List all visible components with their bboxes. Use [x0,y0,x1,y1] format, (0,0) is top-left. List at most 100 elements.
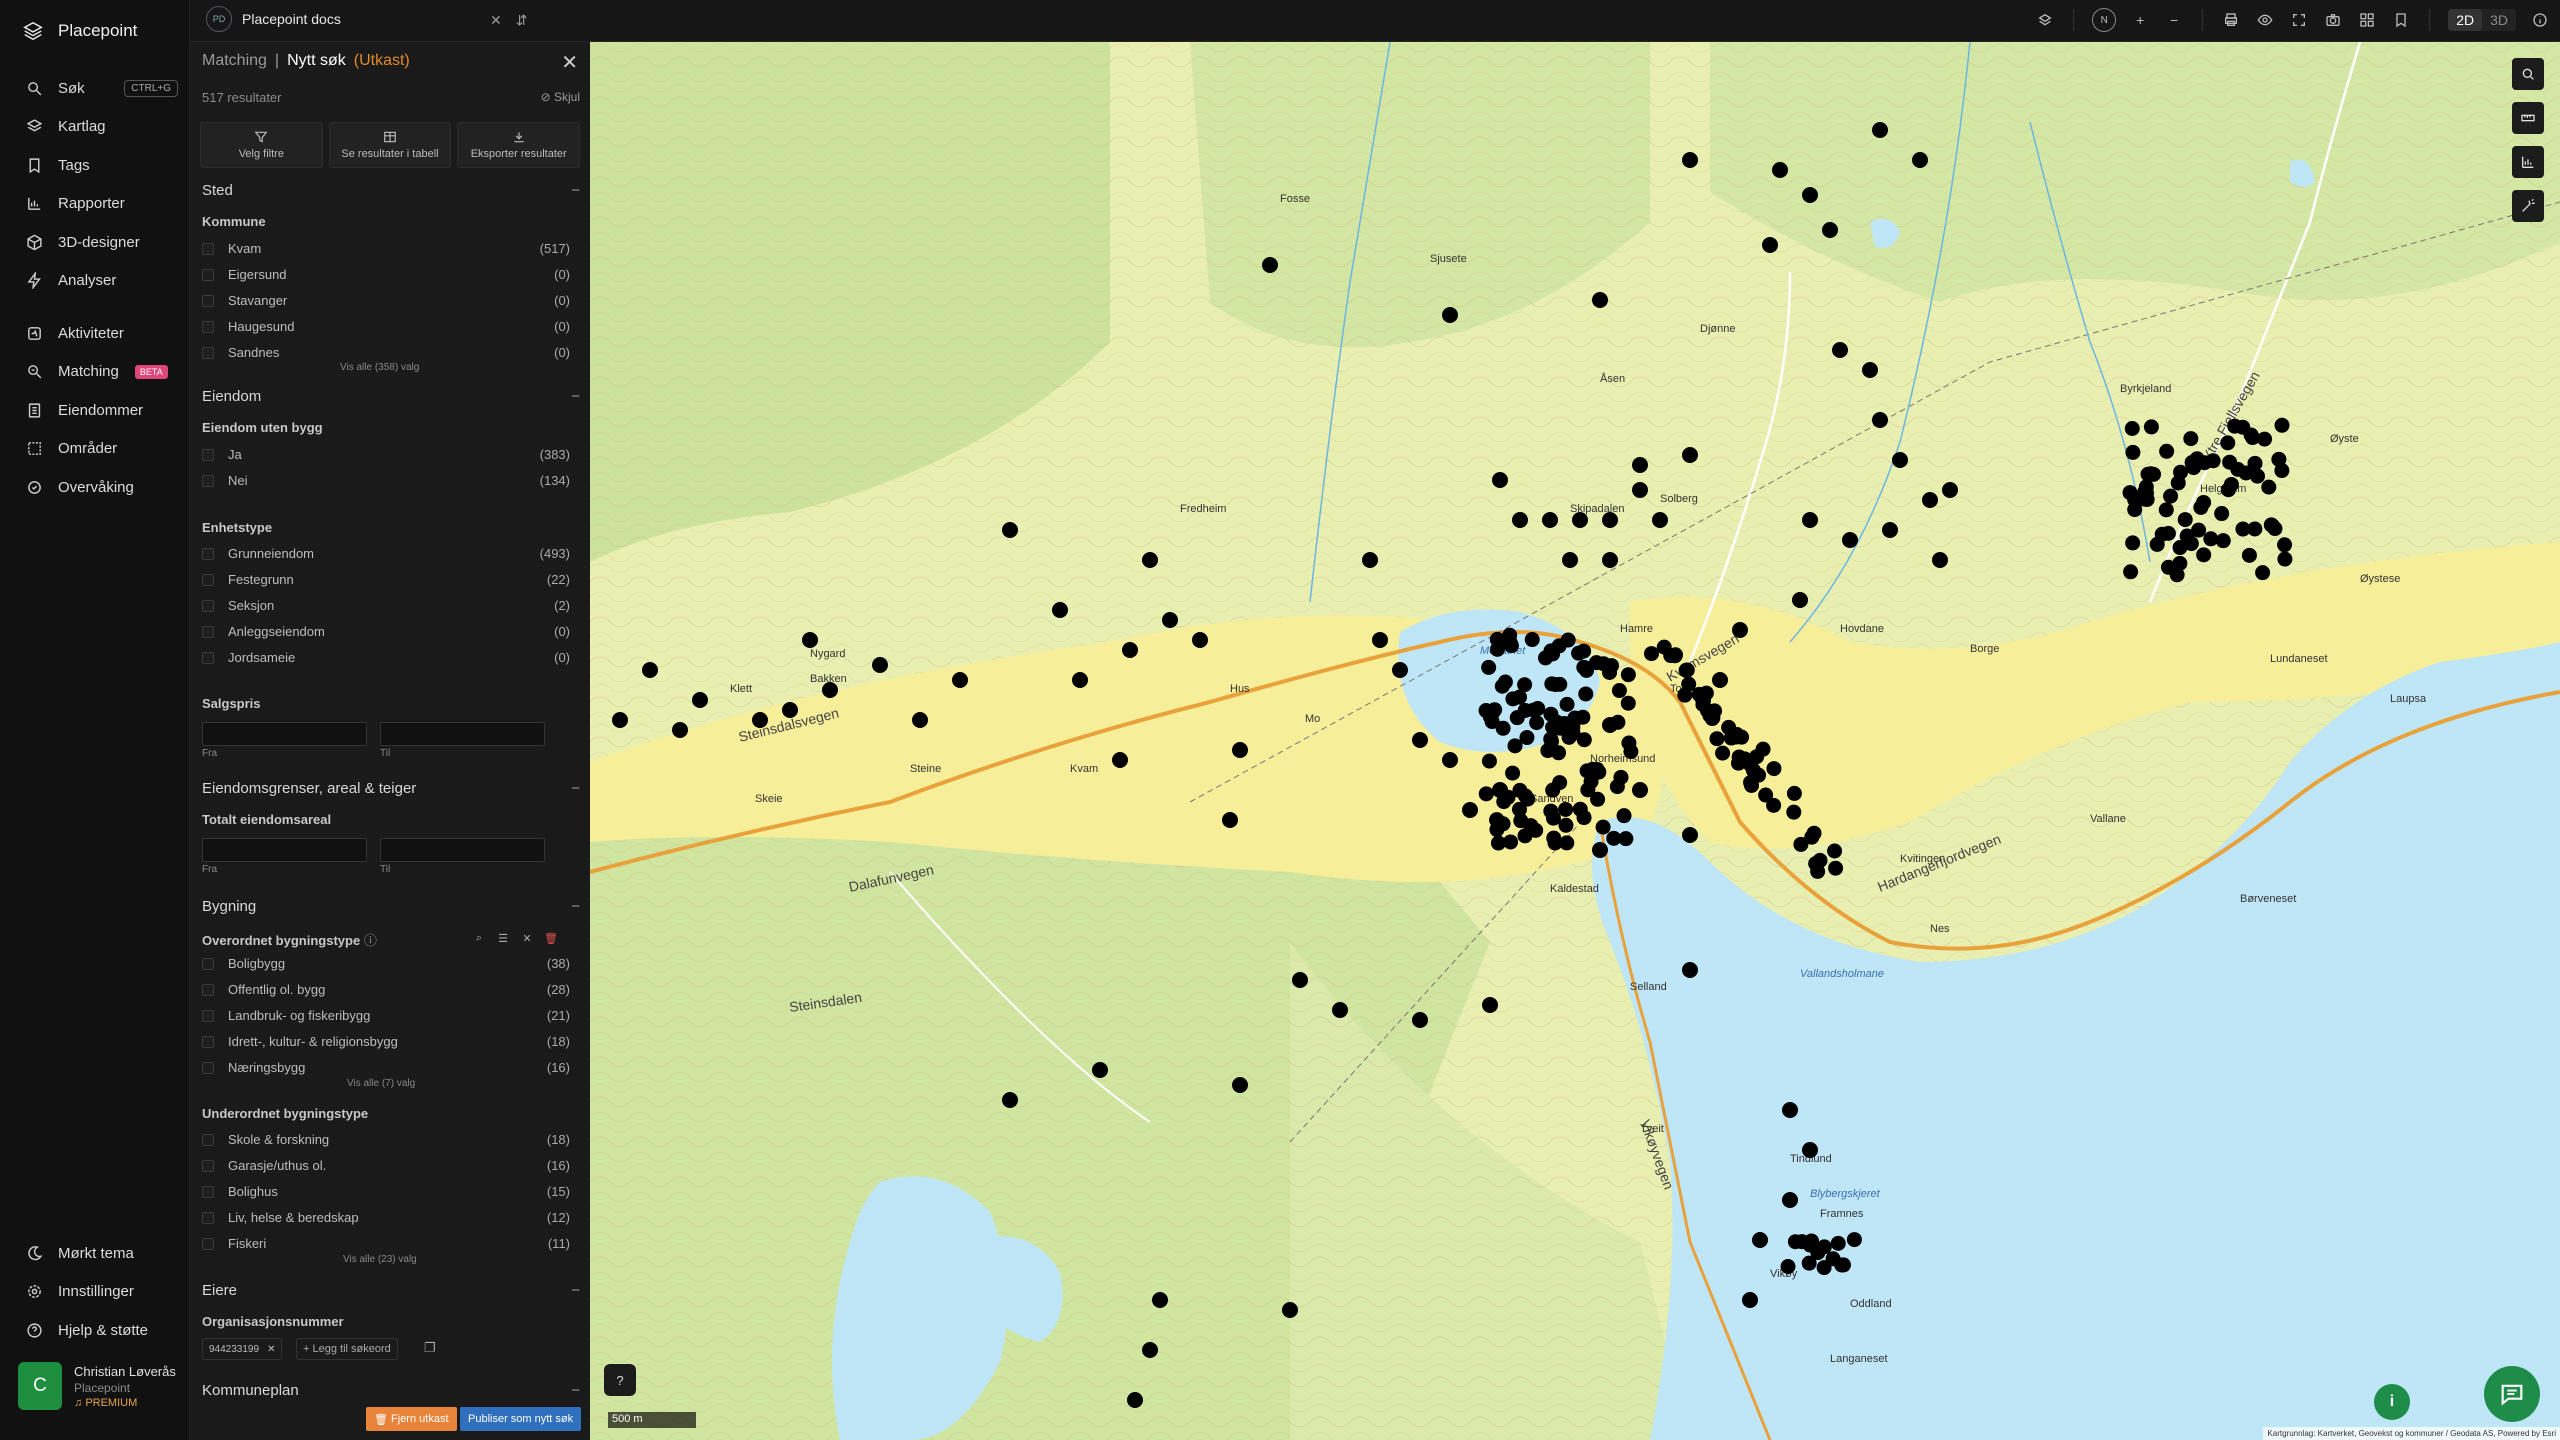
result-marker[interactable] [2125,535,2141,551]
result-marker[interactable] [2235,521,2251,537]
result-marker[interactable] [1585,761,1601,777]
section-bygning[interactable]: Bygning − [202,898,580,915]
checkbox[interactable] [202,547,214,560]
result-marker[interactable] [1559,696,1575,712]
result-marker[interactable] [2173,464,2189,480]
result-marker[interactable] [1002,1092,1018,1108]
nav-item-matching[interactable]: Matching BETA [0,353,190,392]
checkbox[interactable] [202,1035,214,1048]
result-marker[interactable] [1632,782,1648,798]
result-marker[interactable] [1755,741,1771,757]
result-marker[interactable] [1442,307,1458,323]
nav-item-aktiviteter[interactable]: Aktiviteter [0,314,190,353]
result-marker[interactable] [2172,555,2188,571]
option-haugesund[interactable]: Haugesund (0) [202,319,570,334]
result-marker[interactable] [1786,785,1802,801]
result-marker[interactable] [2261,479,2277,495]
zoom-in-icon[interactable]: + [2130,9,2150,31]
result-marker[interactable] [1512,782,1528,798]
result-marker[interactable] [1292,972,1308,988]
option-idrett[interactable]: Idrett-, kultur- & religionsbygg (18) [202,1034,570,1049]
option-kvam[interactable]: Kvam (517) [202,241,570,256]
result-marker[interactable] [1752,1232,1768,1248]
result-marker[interactable] [612,712,628,728]
nav-item-tags[interactable]: Tags [0,146,190,185]
result-marker[interactable] [642,662,658,678]
result-marker[interactable] [1523,818,1539,834]
result-marker[interactable] [1142,552,1158,568]
section-eiere[interactable]: Eiere − [202,1282,580,1299]
result-marker[interactable] [2230,461,2246,477]
result-marker[interactable] [2274,417,2290,433]
result-marker[interactable] [1572,801,1588,817]
result-marker[interactable] [2160,525,2176,541]
result-marker[interactable] [1392,662,1408,678]
camera-icon[interactable] [2323,9,2343,31]
chart-button[interactable] [2512,146,2544,178]
result-marker[interactable] [1552,720,1568,736]
map-view[interactable]: Steinsdalsvegen Dalafunvegen Hardangerfjor… [590,42,2560,1440]
result-marker[interactable] [2127,502,2143,518]
checkbox[interactable] [202,1061,214,1074]
tools-button[interactable] [2512,190,2544,222]
result-marker[interactable] [1481,659,1497,675]
result-marker[interactable] [1482,709,1498,725]
checkbox[interactable] [202,625,214,638]
result-marker[interactable] [2177,512,2193,528]
checkbox[interactable] [202,320,214,333]
result-marker[interactable] [1620,667,1636,683]
section-sted[interactable]: Sted − [202,182,580,199]
result-marker[interactable] [1372,632,1388,648]
checkbox[interactable] [202,957,214,970]
result-marker[interactable] [1222,812,1238,828]
result-marker[interactable] [1734,729,1750,745]
checkbox[interactable] [202,651,214,664]
result-marker[interactable] [1002,522,1018,538]
result-marker[interactable] [1192,632,1208,648]
choose-filters-button[interactable]: Velg filtre [200,122,323,168]
map-canvas[interactable]: SteinsdalsvegenDalafunvegen Hardangerfjor… [590,42,2560,1440]
option-eigersund[interactable]: Eigersund (0) [202,267,570,282]
checkbox[interactable] [202,599,214,612]
result-marker[interactable] [1892,452,1908,468]
checkbox[interactable] [202,294,214,307]
result-marker[interactable] [2124,420,2140,436]
result-marker[interactable] [2196,547,2212,563]
result-marker[interactable] [1412,1012,1428,1028]
result-marker[interactable] [1232,742,1248,758]
result-marker[interactable] [1548,677,1564,693]
result-marker[interactable] [2274,463,2290,479]
export-results-button[interactable]: Eksporter resultater [457,122,581,168]
result-marker[interactable] [1590,791,1606,807]
publish-search-button[interactable]: Publiser som nytt søk [460,1407,582,1431]
result-marker[interactable] [1712,672,1728,688]
result-marker[interactable] [1872,122,1888,138]
result-marker[interactable] [1678,662,1694,678]
fullscreen-icon[interactable] [2289,9,2309,31]
result-marker[interactable] [1802,187,1818,203]
result-marker[interactable] [2277,551,2293,567]
result-marker[interactable] [2220,435,2236,451]
result-marker[interactable] [1682,152,1698,168]
result-marker[interactable] [822,682,838,698]
option-festegrunn[interactable]: Festegrunn (22) [202,572,570,587]
option-liv-helse[interactable]: Liv, helse & beredskap (12) [202,1210,570,1225]
result-marker[interactable] [1567,710,1583,726]
result-marker[interactable] [1830,1235,1846,1251]
result-marker[interactable] [1507,738,1523,754]
result-marker[interactable] [1052,602,1068,618]
result-marker[interactable] [1602,552,1618,568]
result-marker[interactable] [2215,533,2231,549]
result-marker[interactable] [1142,1342,1158,1358]
result-marker[interactable] [1482,997,1498,1013]
result-marker[interactable] [1742,1292,1758,1308]
checkbox[interactable] [202,1009,214,1022]
result-marker[interactable] [1497,674,1513,690]
result-marker[interactable] [1942,482,1958,498]
result-marker[interactable] [1332,1002,1348,1018]
result-marker[interactable] [2205,453,2221,469]
hide-button[interactable]: ⊘ Skjul [541,90,580,104]
result-marker[interactable] [1592,842,1608,858]
result-marker[interactable] [1592,292,1608,308]
checkbox[interactable] [202,474,214,487]
